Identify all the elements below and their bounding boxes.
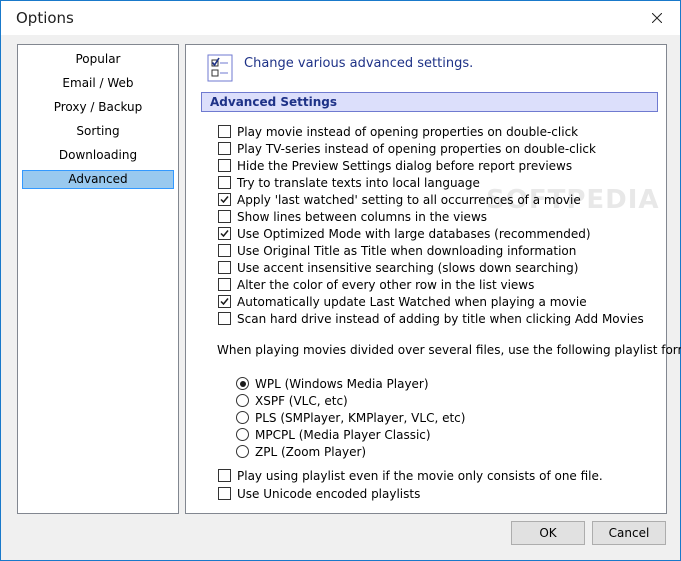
checkbox-label: Use accent insensitive searching (slows … <box>237 260 579 275</box>
playlist-format-radio-row[interactable]: ZPL (Zoom Player) <box>236 443 366 460</box>
playlist-option-checkbox-row[interactable]: Use Unicode encoded playlists <box>218 485 420 502</box>
option-checkbox-row[interactable]: Alter the color of every other row in th… <box>218 276 534 293</box>
sidebar-item-label: Sorting <box>76 124 120 138</box>
checkmark-icon <box>220 298 229 306</box>
option-checkbox-row[interactable]: Use accent insensitive searching (slows … <box>218 259 578 276</box>
checklist-icon <box>206 53 236 83</box>
checkbox-label: Play movie instead of opening properties… <box>237 124 579 139</box>
option-checkbox-row[interactable]: Show lines between columns in the views <box>218 208 487 225</box>
options-window: Options Popular Email / Web Proxy / Back… <box>0 0 681 561</box>
playlist-format-label: When playing movies divided over several… <box>217 343 681 357</box>
checkbox-label: Use Optimized Mode with large databases … <box>237 226 591 241</box>
checkbox[interactable] <box>218 159 231 172</box>
checkbox[interactable] <box>218 278 231 291</box>
checkbox-label: Hide the Preview Settings dialog before … <box>237 158 573 173</box>
checkbox[interactable] <box>218 176 231 189</box>
sidebar-item-label: Proxy / Backup <box>53 100 143 114</box>
checkbox-label: Try to translate texts into local langua… <box>237 175 480 190</box>
radio-button[interactable] <box>236 445 249 458</box>
checkbox[interactable] <box>218 487 231 500</box>
checkbox-label: Show lines between columns in the views <box>237 209 488 224</box>
checkbox-label: Play using playlist even if the movie on… <box>237 468 603 483</box>
radio-label: ZPL (Zoom Player) <box>255 444 367 459</box>
option-checkbox-row[interactable]: Automatically update Last Watched when p… <box>218 293 587 310</box>
playlist-option-checkbox-row[interactable]: Play using playlist even if the movie on… <box>218 467 603 484</box>
checkmark-icon <box>220 230 229 238</box>
category-list: Popular Email / Web Proxy / Backup Sorti… <box>17 44 179 514</box>
close-icon <box>652 13 662 23</box>
checkbox[interactable] <box>218 210 231 223</box>
checkbox-label: Apply 'last watched' setting to all occu… <box>237 192 581 207</box>
option-checkbox-row[interactable]: Play movie instead of opening properties… <box>218 123 578 140</box>
radio-label: WPL (Windows Media Player) <box>255 376 429 391</box>
sidebar-item-label: Email / Web <box>62 76 134 90</box>
playlist-format-radio-row[interactable]: XSPF (VLC, etc) <box>236 392 348 409</box>
checkbox[interactable] <box>218 125 231 138</box>
sidebar-item-label: Popular <box>75 52 121 66</box>
checkbox-label: Scan hard drive instead of adding by tit… <box>237 311 644 326</box>
sidebar-item-popular[interactable]: Popular <box>22 50 174 69</box>
radio-button[interactable] <box>236 411 249 424</box>
checkbox[interactable] <box>218 193 231 206</box>
option-checkbox-row[interactable]: Scan hard drive instead of adding by tit… <box>218 310 644 327</box>
sidebar-item-advanced[interactable]: Advanced <box>22 170 174 189</box>
sidebar-item-sorting[interactable]: Sorting <box>22 122 174 141</box>
radio-button[interactable] <box>236 377 249 390</box>
sidebar-item-downloading[interactable]: Downloading <box>22 146 174 165</box>
settings-panel: Change various advanced settings. Advanc… <box>185 44 681 514</box>
checkbox[interactable] <box>218 469 231 482</box>
sidebar-item-label: Advanced <box>68 172 128 186</box>
sidebar-item-label: Downloading <box>58 148 138 162</box>
sidebar-item-email-web[interactable]: Email / Web <box>22 74 174 93</box>
option-checkbox-row[interactable]: Use Original Title as Title when downloa… <box>218 242 576 259</box>
radio-label: PLS (SMPlayer, KMPlayer, VLC, etc) <box>255 410 466 425</box>
window-title: Options <box>16 9 74 27</box>
radio-button[interactable] <box>236 394 249 407</box>
checkbox-label: Use Original Title as Title when downloa… <box>237 243 577 258</box>
checkbox[interactable] <box>218 227 231 240</box>
radio-button[interactable] <box>236 428 249 441</box>
checkbox[interactable] <box>218 295 231 308</box>
cancel-button[interactable]: Cancel <box>592 521 666 545</box>
checkbox-label: Use Unicode encoded playlists <box>237 486 421 501</box>
checkbox-label: Alter the color of every other row in th… <box>237 277 535 292</box>
radio-label: XSPF (VLC, etc) <box>255 393 348 408</box>
playlist-format-radio-row[interactable]: MPCPL (Media Player Classic) <box>236 426 431 443</box>
checkmark-icon <box>220 196 229 204</box>
checkbox[interactable] <box>218 261 231 274</box>
checkbox[interactable] <box>218 244 231 257</box>
section-header: Advanced Settings <box>201 92 658 112</box>
title-bar[interactable]: Options <box>1 1 680 35</box>
option-checkbox-row[interactable]: Apply 'last watched' setting to all occu… <box>218 191 581 208</box>
checkbox-label: Automatically update Last Watched when p… <box>237 294 587 309</box>
playlist-format-radio-row[interactable]: PLS (SMPlayer, KMPlayer, VLC, etc) <box>236 409 465 426</box>
option-checkbox-row[interactable]: Play TV-series instead of opening proper… <box>218 140 596 157</box>
checkbox[interactable] <box>218 312 231 325</box>
option-checkbox-row[interactable]: Use Optimized Mode with large databases … <box>218 225 591 242</box>
radio-dot <box>239 380 246 387</box>
option-checkbox-row[interactable]: Hide the Preview Settings dialog before … <box>218 157 572 174</box>
checkbox[interactable] <box>218 142 231 155</box>
sidebar-item-proxy-backup[interactable]: Proxy / Backup <box>22 98 174 117</box>
checkbox-label: Play TV-series instead of opening proper… <box>237 141 596 156</box>
section-title: Advanced Settings <box>210 95 338 109</box>
playlist-format-radio-row[interactable]: WPL (Windows Media Player) <box>236 375 429 392</box>
close-button[interactable] <box>634 1 680 35</box>
option-checkbox-row[interactable]: Try to translate texts into local langua… <box>218 174 480 191</box>
cancel-button-label: Cancel <box>608 526 650 540</box>
radio-label: MPCPL (Media Player Classic) <box>255 427 431 442</box>
panel-description: Change various advanced settings. <box>244 56 474 71</box>
ok-button[interactable]: OK <box>511 521 585 545</box>
ok-button-label: OK <box>539 526 557 540</box>
